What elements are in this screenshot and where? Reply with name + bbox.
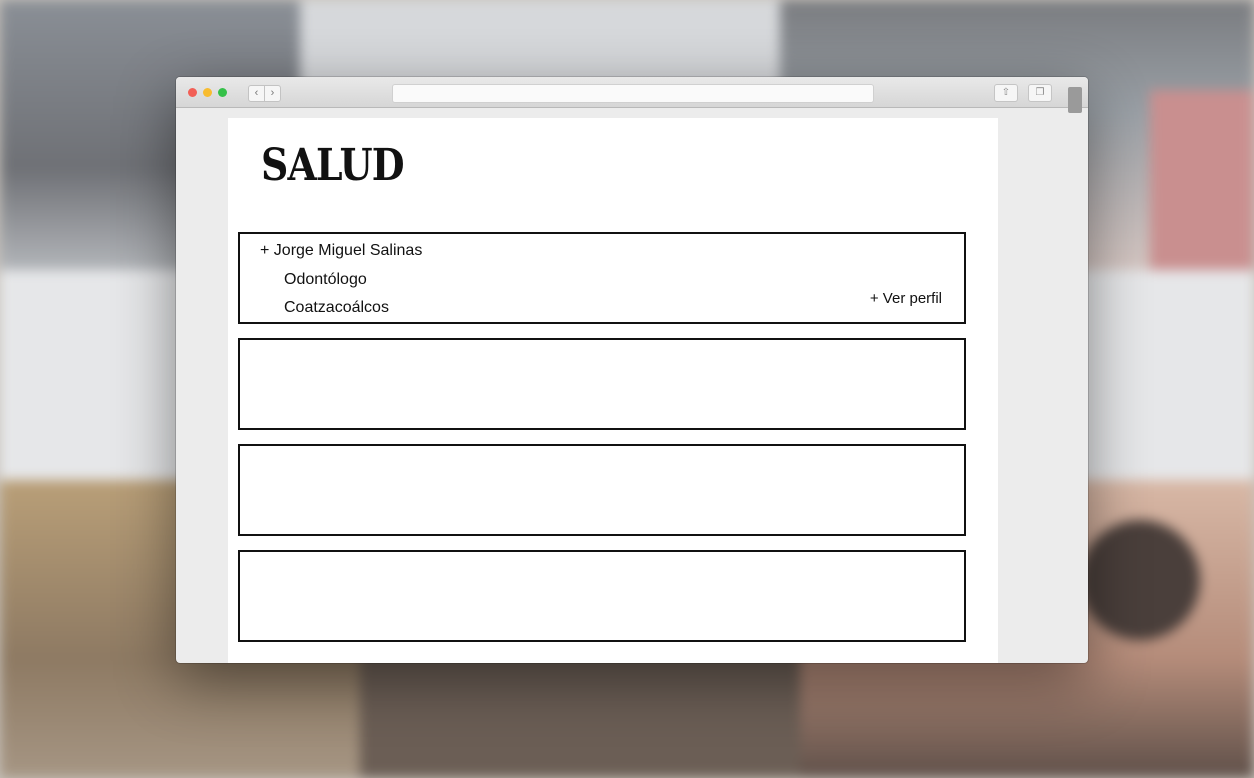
page-title: SALUD xyxy=(261,140,405,191)
view-profile-link[interactable]: + Ver perfil xyxy=(870,290,942,307)
address-bar[interactable] xyxy=(392,84,874,103)
share-icon[interactable]: ⇧ xyxy=(994,84,1018,102)
profile-name[interactable]: + Jorge Miguel Salinas xyxy=(260,242,422,260)
minimize-window-button[interactable] xyxy=(203,88,212,97)
zoom-window-button[interactable] xyxy=(218,88,227,97)
profile-city: Coatzacoálcos xyxy=(284,299,389,316)
empty-profile-card xyxy=(238,444,966,536)
profile-specialty: Odontólogo xyxy=(284,271,367,288)
empty-profile-card xyxy=(238,550,966,642)
profile-card: + Jorge Miguel Salinas Odontólogo Coatza… xyxy=(238,232,966,324)
browser-window: ‹ › ⇧ ❐ SALUD + Jorge Miguel Salinas Odo… xyxy=(176,77,1088,663)
browser-toolbar: ‹ › ⇧ ❐ xyxy=(176,77,1088,113)
close-window-button[interactable] xyxy=(188,88,197,97)
empty-profile-card xyxy=(238,338,966,430)
forward-button[interactable]: › xyxy=(264,85,281,102)
show-tabs-icon[interactable]: ❐ xyxy=(1028,84,1052,102)
web-page: SALUD + Jorge Miguel Salinas Odontólogo … xyxy=(228,118,998,663)
sidebar-handle[interactable] xyxy=(1068,87,1082,113)
back-button[interactable]: ‹ xyxy=(248,85,265,102)
